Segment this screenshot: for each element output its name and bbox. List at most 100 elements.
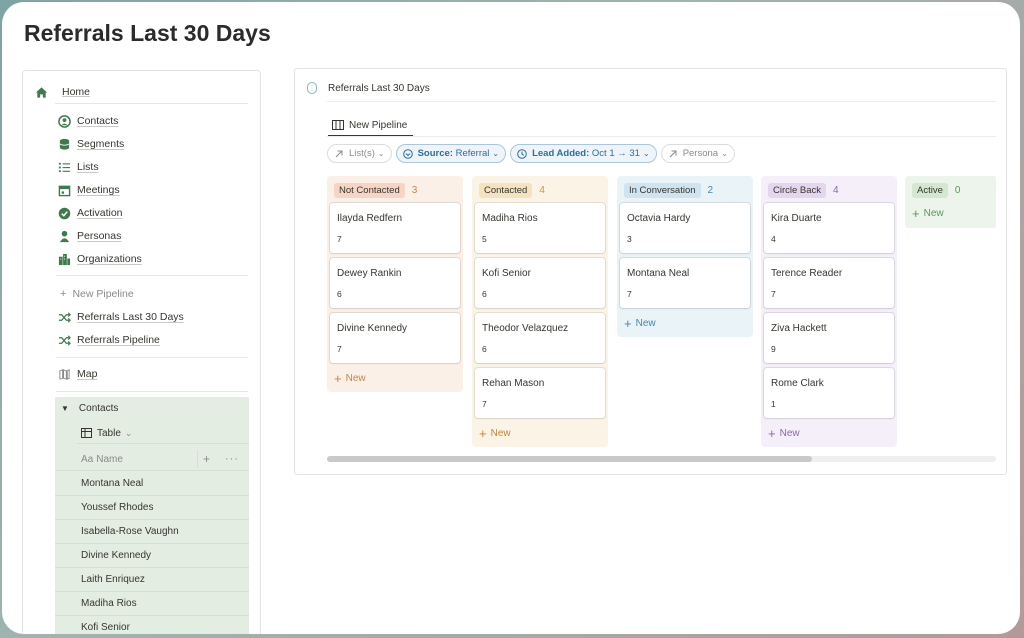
card-title: Terence Reader bbox=[771, 268, 843, 279]
pipeline-card[interactable]: Dewey Rankin 6 bbox=[330, 258, 460, 308]
column-header[interactable]: Not Contacted 3 bbox=[334, 183, 417, 198]
sidebar-item-map[interactable]: Map bbox=[57, 364, 97, 384]
pipeline-card[interactable]: Ilayda Redfern 7 bbox=[330, 203, 460, 253]
column-header[interactable]: Active 0 bbox=[912, 183, 960, 198]
card-value: 9 bbox=[771, 344, 776, 354]
add-card-label: New bbox=[779, 428, 800, 439]
divider bbox=[77, 443, 249, 444]
pipeline-card[interactable]: Theodor Velazquez 6 bbox=[475, 313, 605, 363]
contact-name: Youssef Rhodes bbox=[81, 501, 154, 513]
column-status-tag: Active bbox=[912, 183, 948, 198]
sidebar-item-contacts[interactable]: Contacts bbox=[57, 111, 118, 131]
tab-new-pipeline[interactable]: New Pipeline bbox=[328, 115, 414, 137]
filter-lists[interactable]: List(s) ⌄ bbox=[327, 144, 392, 163]
pipeline-card[interactable]: Rome Clark 1 bbox=[764, 368, 894, 418]
add-card-button[interactable]: + New bbox=[479, 425, 511, 441]
sidebar-item-activation[interactable]: Activation bbox=[57, 203, 123, 223]
table-row[interactable]: Kofi Senior bbox=[81, 619, 249, 634]
pipeline-card[interactable]: Montana Neal 7 bbox=[620, 258, 750, 308]
table-row[interactable]: Divine Kennedy bbox=[81, 547, 249, 563]
card-value: 4 bbox=[771, 234, 776, 244]
table-row[interactable]: Youssef Rhodes bbox=[81, 499, 249, 515]
pipeline-card[interactable]: Ziva Hackett 9 bbox=[764, 313, 894, 363]
chevron-down-icon: ⌄ bbox=[721, 149, 728, 158]
filter-source[interactable]: Source: Referral ⌄ bbox=[395, 144, 507, 163]
sidebar-item-lists[interactable]: Lists bbox=[57, 157, 99, 177]
table-header-name[interactable]: Aa Name + ··· bbox=[81, 450, 241, 468]
add-card-button[interactable]: + New bbox=[768, 427, 800, 440]
pipeline-column: Not Contacted 3 Ilayda Redfern 7 Dewey Ranki… bbox=[327, 176, 463, 392]
add-card-label: New bbox=[345, 373, 366, 384]
arrow-up-right-icon bbox=[334, 149, 344, 159]
pipeline-card[interactable]: Madiha Rios 5 bbox=[475, 203, 605, 253]
card-title: Rome Clark bbox=[771, 378, 824, 389]
table-row[interactable]: Montana Neal bbox=[81, 475, 249, 491]
filter-lead-added[interactable]: Lead Added: Oct 1 → 31 ⌄ bbox=[510, 144, 657, 163]
sidebar-item-label: Referrals Last 30 Days bbox=[77, 311, 184, 323]
column-header[interactable]: Contacted 4 bbox=[479, 183, 545, 198]
shuffle-icon bbox=[57, 310, 71, 324]
breadcrumb[interactable]: Referrals Last 30 Days bbox=[307, 82, 430, 94]
add-card-button[interactable]: + New bbox=[624, 317, 656, 330]
filter-label: Persona bbox=[682, 148, 719, 159]
sidebar-item-segments[interactable]: Segments bbox=[57, 134, 124, 154]
column-count: 4 bbox=[539, 185, 545, 196]
card-title: Kira Duarte bbox=[771, 213, 822, 224]
table-row[interactable]: Isabella-Rose Vaughn bbox=[81, 523, 249, 539]
table-row[interactable]: Laith Enriquez bbox=[81, 571, 249, 587]
sidebar-item-home[interactable]: Home bbox=[34, 82, 90, 102]
view-selector-table[interactable]: Table ⌄ bbox=[81, 425, 132, 441]
calendar-icon bbox=[57, 183, 71, 197]
sidebar-new-pipeline[interactable]: + New Pipeline bbox=[60, 284, 134, 304]
column-header[interactable]: In Conversation 2 bbox=[624, 183, 713, 198]
sidebar-item-referrals-pipeline[interactable]: Referrals Pipeline bbox=[57, 330, 160, 350]
divider bbox=[56, 357, 248, 358]
pipeline-card[interactable]: Octavia Hardy 3 bbox=[620, 203, 750, 253]
more-options-icon[interactable]: ··· bbox=[225, 453, 239, 465]
pipeline-card[interactable]: Rehan Mason 7 bbox=[475, 368, 605, 418]
sidebar-item-referrals-last-30-days[interactable]: Referrals Last 30 Days bbox=[57, 307, 184, 327]
filter-value: Oct 1 → 31 bbox=[591, 148, 640, 159]
plus-icon: + bbox=[479, 425, 487, 441]
sidebar-item-meetings[interactable]: Meetings bbox=[57, 180, 120, 200]
card-value: 7 bbox=[482, 399, 487, 409]
divider bbox=[55, 495, 249, 496]
filter-label: List(s) bbox=[349, 148, 375, 159]
add-card-button[interactable]: + New bbox=[334, 372, 366, 385]
page-icon bbox=[307, 82, 317, 94]
filter-persona[interactable]: Persona ⌄ bbox=[660, 144, 735, 163]
page-title: Referrals Last 30 Days bbox=[24, 20, 271, 46]
pipeline-card[interactable]: Kofi Senior 6 bbox=[475, 258, 605, 308]
add-card-label: New bbox=[923, 208, 944, 219]
sidebar-item-personas[interactable]: Personas bbox=[57, 226, 121, 246]
column-count: 4 bbox=[833, 185, 839, 196]
card-title: Montana Neal bbox=[627, 268, 690, 279]
add-column-icon[interactable]: + bbox=[203, 452, 210, 466]
card-title: Kofi Senior bbox=[482, 268, 531, 279]
sidebar-item-label: Contacts bbox=[77, 115, 119, 127]
pipeline-card[interactable]: Divine Kennedy 7 bbox=[330, 313, 460, 363]
sidebar-item-label: Segments bbox=[77, 138, 125, 150]
column-status-tag: Contacted bbox=[479, 183, 533, 198]
pipeline-card[interactable]: Kira Duarte 4 bbox=[764, 203, 894, 253]
divider bbox=[327, 101, 996, 102]
plus-icon: + bbox=[60, 288, 67, 300]
triangle-down-icon: ▼ bbox=[61, 403, 69, 413]
sidebar-item-organizations[interactable]: Organizations bbox=[57, 249, 142, 269]
scrollbar-thumb[interactable] bbox=[327, 456, 812, 462]
divider bbox=[55, 519, 249, 520]
breadcrumb-label: Referrals Last 30 Days bbox=[328, 82, 430, 94]
divider bbox=[55, 103, 248, 104]
column-status-tag: Circle Back bbox=[768, 183, 827, 198]
contacts-toggle-header[interactable]: ▼ Contacts bbox=[61, 401, 255, 415]
column-header[interactable]: Circle Back 4 bbox=[768, 183, 839, 198]
add-card-button[interactable]: + New bbox=[912, 207, 944, 220]
divider bbox=[56, 275, 248, 276]
chevron-down-icon: ⌄ bbox=[642, 149, 650, 158]
pipeline-card[interactable]: Terence Reader 7 bbox=[764, 258, 894, 308]
sidebar-item-label: New Pipeline bbox=[72, 288, 134, 300]
divider bbox=[55, 615, 249, 616]
horizontal-scrollbar[interactable] bbox=[327, 456, 996, 462]
table-row[interactable]: Madiha Rios bbox=[81, 595, 249, 611]
filter-key: Source: bbox=[417, 148, 453, 159]
